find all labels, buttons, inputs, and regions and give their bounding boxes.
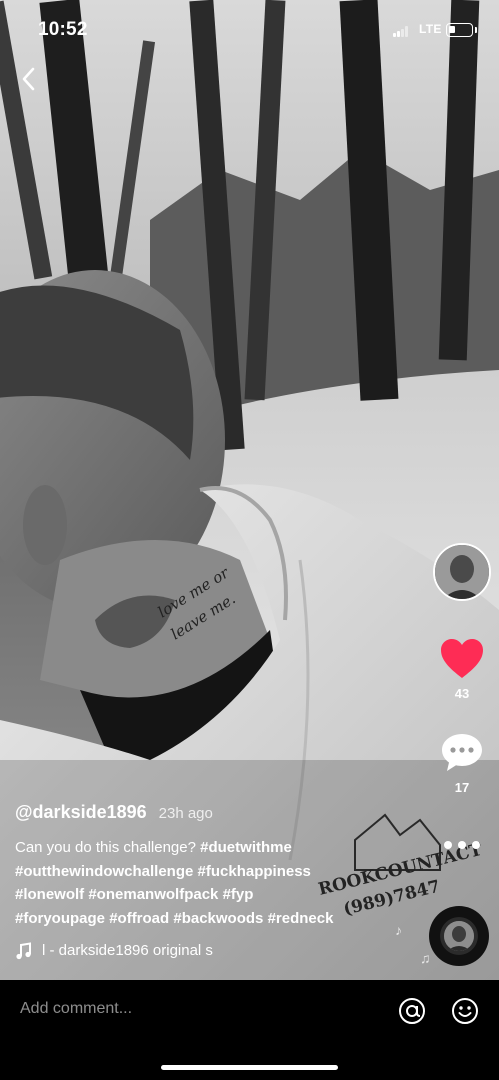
post-timestamp: 23h ago — [158, 805, 213, 822]
status-bar: 10:52 LTE — [0, 0, 499, 58]
sound-disc-avatar — [444, 921, 474, 951]
music-note-icon — [16, 942, 31, 960]
speech-bubble-icon — [442, 734, 482, 771]
avatar-image — [444, 921, 474, 951]
comment-input[interactable]: Add comment... — [20, 1000, 132, 1018]
like-count: 43 — [454, 686, 470, 701]
comment-bar: Add comment... — [0, 980, 499, 1080]
author-row: @darkside1896 23h ago — [15, 802, 430, 828]
sound-name[interactable]: l - darkside1896 original s — [42, 942, 213, 959]
description-line: Can you do this challenge? #duetwithme — [15, 836, 430, 860]
hashtag-link[interactable]: #duetwithme — [200, 839, 292, 856]
cellular-signal-icon — [393, 26, 409, 37]
comment-button[interactable] — [440, 731, 484, 775]
chevron-left-icon — [22, 67, 35, 91]
heart-icon — [441, 639, 483, 678]
creator-avatar[interactable] — [433, 543, 491, 601]
hashtag-link[interactable]: #backwoods — [173, 910, 263, 927]
floating-music-note-icon: ♫ — [420, 950, 431, 966]
comment-count: 17 — [454, 780, 470, 795]
ellipsis-icon — [444, 841, 480, 849]
sound-disc[interactable] — [429, 906, 489, 966]
hashtag-link[interactable]: #offroad — [109, 910, 169, 927]
back-button[interactable] — [14, 64, 44, 94]
hashtag-link[interactable]: #onemanwolfpack — [88, 886, 218, 903]
smiley-icon[interactable] — [451, 997, 479, 1025]
hashtag-link[interactable]: #outthewindowchallenge — [15, 863, 193, 880]
hashtag-link[interactable]: #fyp — [223, 886, 254, 903]
username-link[interactable]: @darkside1896 — [15, 802, 147, 823]
at-sign-icon[interactable] — [398, 997, 426, 1025]
battery-icon — [446, 23, 473, 37]
more-options-button[interactable] — [440, 832, 484, 858]
sound-row[interactable]: l - darkside1896 original s — [15, 940, 265, 964]
hashtag-link[interactable]: #foryoupage — [15, 910, 105, 927]
description-line: #foryoupage #offroad #backwoods #redneck — [15, 907, 430, 931]
network-type: LTE — [419, 22, 442, 36]
description-line: #lonewolf #onemanwolfpack #fyp — [15, 883, 430, 907]
home-indicator — [161, 1065, 338, 1070]
post-caption: @darkside1896 23h ago Can you do this ch… — [15, 802, 430, 930]
status-time: 10:52 — [38, 19, 88, 40]
hashtag-link[interactable]: #lonewolf — [15, 886, 84, 903]
like-button[interactable] — [439, 637, 485, 681]
post-description: Can you do this challenge? #duetwithme #o… — [15, 836, 430, 930]
hashtag-link[interactable]: #redneck — [268, 910, 334, 927]
battery-cap — [475, 27, 477, 33]
avatar-image — [435, 545, 489, 599]
description-text: Can you do this challenge? — [15, 839, 201, 856]
description-line: #outthewindowchallenge #fuckhappiness — [15, 860, 430, 884]
hashtag-link[interactable]: #fuckhappiness — [198, 863, 311, 880]
